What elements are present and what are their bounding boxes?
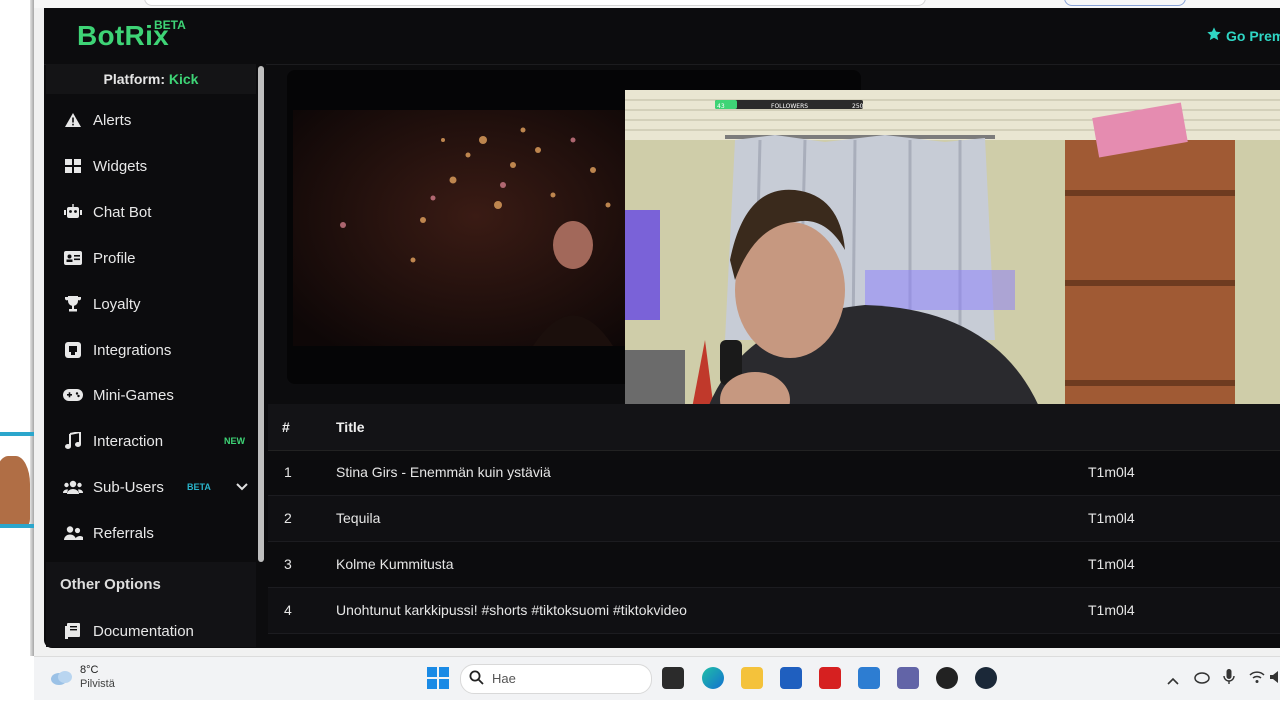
user-friends-icon — [58, 525, 88, 541]
task-view-icon[interactable] — [662, 667, 684, 689]
grid-icon — [58, 158, 88, 174]
table-row[interactable]: 2 Tequila T1m0l4 — [268, 496, 1280, 542]
star-icon — [1206, 26, 1222, 45]
browser-toolbar-button[interactable] — [1064, 0, 1186, 6]
video-thumbnail — [293, 110, 625, 346]
users-icon — [58, 479, 88, 495]
top-header — [44, 8, 1280, 65]
file-explorer-icon[interactable] — [741, 667, 763, 689]
sidebar-item-integrations[interactable]: Integrations — [56, 330, 256, 370]
chevron-up-icon[interactable] — [1167, 672, 1179, 690]
sidebar-item-widgets[interactable]: Widgets — [56, 146, 256, 186]
row-title: Tequila — [336, 510, 381, 526]
sidebar-item-loyalty[interactable]: Loyalty — [56, 284, 256, 324]
search-icon — [469, 670, 484, 690]
plug-icon — [58, 342, 88, 358]
teams-icon[interactable] — [897, 667, 919, 689]
music-icon — [58, 432, 88, 450]
scrollbar-thumb[interactable] — [258, 66, 264, 562]
followers-goal-target: 250 — [852, 103, 864, 110]
sidebar-item-label: Integrations — [93, 341, 172, 359]
row-number: 2 — [284, 510, 292, 526]
sidebar-item-documentation[interactable]: Documentation — [56, 611, 256, 651]
sidebar-item-interaction[interactable]: Interaction NEW — [56, 421, 256, 461]
platform-label: Platform: — [103, 71, 165, 87]
weather-description[interactable]: Pilvistä — [80, 678, 115, 690]
address-bar[interactable] — [144, 0, 926, 6]
row-number: 1 — [284, 464, 292, 480]
sidebar-item-label: Documentation — [93, 622, 194, 640]
table-header — [268, 404, 1280, 451]
new-badge: NEW — [224, 436, 245, 446]
microphone-icon[interactable] — [1223, 669, 1235, 690]
sidebar-item-label: Referrals — [93, 524, 154, 542]
trophy-icon — [58, 296, 88, 312]
row-requested-by: T1m0l4 — [1088, 464, 1135, 480]
background-window-fragment — [0, 432, 34, 528]
sidebar-item-sub-users[interactable]: Sub-Users BETA — [56, 467, 256, 507]
store-icon[interactable] — [780, 667, 802, 689]
sidebar-item-referrals[interactable]: Referrals — [56, 513, 256, 553]
sidebar-item-profile[interactable]: Profile — [56, 238, 256, 278]
browser-toolbar — [34, 0, 1280, 8]
sidebar-item-label: Alerts — [93, 111, 132, 129]
row-title: Kolme Kummitusta — [336, 556, 454, 572]
taskbar-search-box[interactable] — [460, 664, 652, 694]
table-row[interactable]: 1 Stina Girs - Enemmän kuin ystäviä T1m0… — [268, 450, 1280, 496]
chevron-down-icon[interactable] — [236, 480, 248, 494]
book-icon — [58, 623, 88, 639]
sidebar-item-label: Widgets — [93, 157, 148, 175]
search-placeholder: Hae — [492, 671, 516, 686]
other-options-heading: Other Options — [60, 576, 161, 593]
screen-bottom-margin — [0, 700, 1280, 720]
warning-icon — [58, 112, 88, 128]
volume-icon[interactable] — [1270, 670, 1280, 689]
gamepad-icon — [58, 388, 88, 402]
sidebar-item-label: Mini-Games — [93, 386, 174, 404]
table-row[interactable]: 3 Kolme Kummitusta T1m0l4 — [268, 542, 1280, 588]
weather-temperature[interactable]: 8°C — [80, 664, 98, 676]
sidebar-item-label: Sub-Users — [93, 478, 164, 496]
steam-icon[interactable] — [975, 667, 997, 689]
platform-value: Kick — [168, 71, 199, 87]
sidebar-item-chat-bot[interactable]: Chat Bot — [56, 192, 256, 232]
app-l-icon[interactable] — [819, 667, 841, 689]
sidebar-item-label: Loyalty — [93, 295, 141, 313]
sidebar-scrollbar[interactable] — [256, 64, 266, 647]
windows-start-icon[interactable] — [427, 667, 449, 694]
outlook-icon[interactable] — [858, 667, 880, 689]
logo-beta-badge: BETA — [154, 18, 186, 32]
id-card-icon — [58, 251, 88, 265]
followers-goal-current: 43 — [717, 103, 725, 110]
windows-taskbar — [34, 656, 1280, 701]
go-premium-button[interactable]: Go Prem — [1206, 26, 1280, 45]
sidebar-item-alerts[interactable]: Alerts — [56, 100, 256, 140]
row-title: Unohtunut karkkipussi! #shorts #tiktoksu… — [336, 602, 687, 618]
row-requested-by: T1m0l4 — [1088, 556, 1135, 572]
robot-icon — [58, 204, 88, 220]
row-number: 3 — [284, 556, 292, 572]
beta-badge: BETA — [187, 482, 211, 492]
table-row[interactable]: 4 Unohtunut karkkipussi! #shorts #tiktok… — [268, 588, 1280, 634]
edge-browser-icon[interactable] — [702, 667, 724, 689]
row-requested-by: T1m0l4 — [1088, 510, 1135, 526]
followers-goal-label: FOLLOWERS — [771, 103, 808, 110]
row-requested-by: T1m0l4 — [1088, 602, 1135, 618]
platform-indicator: Platform: Kick — [46, 64, 256, 94]
sidebar-item-mini-games[interactable]: Mini-Games — [56, 375, 256, 415]
desktop-backdrop — [0, 0, 42, 656]
webcam-overlay: 43 FOLLOWERS 250 — [625, 90, 1280, 457]
onedrive-icon[interactable] — [1194, 670, 1210, 689]
sidebar-item-label: Chat Bot — [93, 203, 152, 221]
row-number: 4 — [284, 602, 292, 618]
column-header-title[interactable]: Title — [336, 419, 365, 435]
column-header-number: # — [282, 419, 290, 435]
sidebar-item-label: Interaction — [93, 432, 164, 450]
row-title: Stina Girs - Enemmän kuin ystäviä — [336, 464, 551, 480]
cloud-icon[interactable] — [50, 668, 74, 691]
go-premium-label: Go Prem — [1226, 27, 1280, 44]
obs-icon[interactable] — [936, 667, 958, 689]
sidebar-item-label: Profile — [93, 249, 136, 267]
wifi-icon[interactable] — [1249, 670, 1265, 689]
